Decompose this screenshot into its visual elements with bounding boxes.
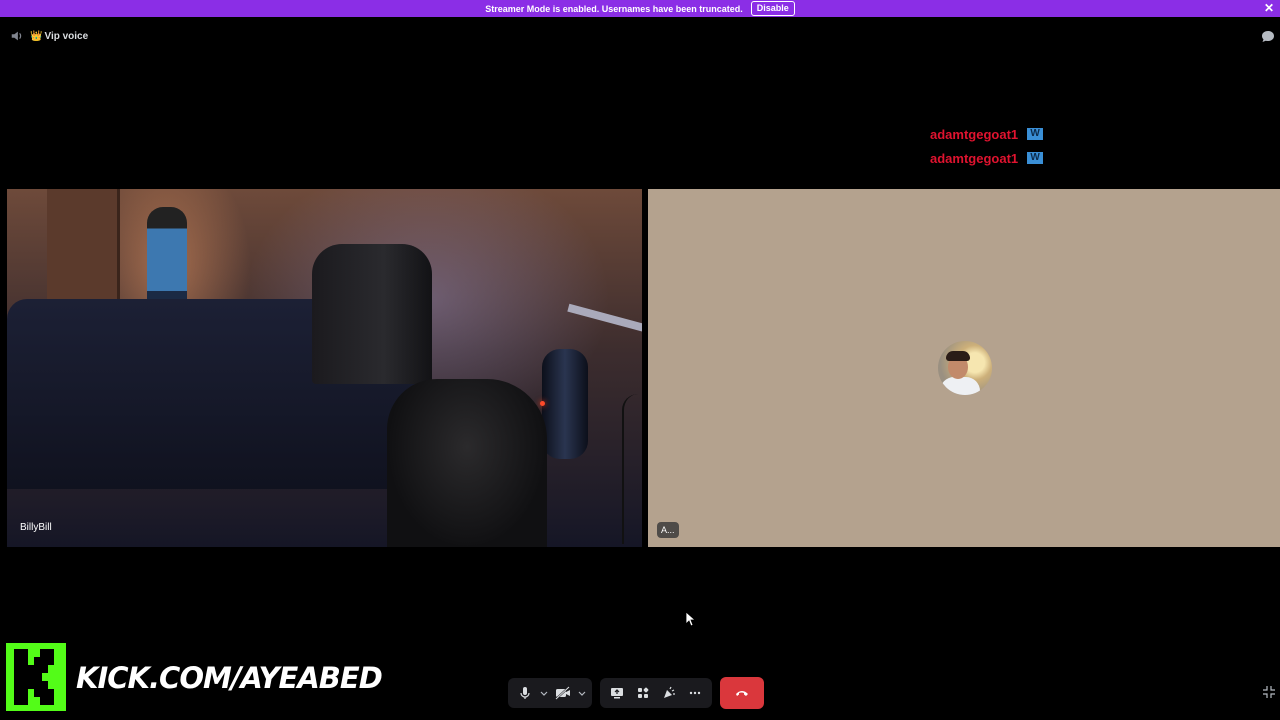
video-tile-billybill[interactable]: BillyBill bbox=[7, 189, 642, 547]
share-screen-button[interactable] bbox=[604, 680, 630, 706]
video-mic-arm bbox=[567, 303, 642, 333]
w-badge-icon: W bbox=[1027, 128, 1044, 140]
disconnect-button[interactable] bbox=[720, 677, 764, 709]
participant-name: BillyBill bbox=[20, 522, 52, 533]
mute-button[interactable] bbox=[512, 680, 538, 706]
more-options-button[interactable] bbox=[682, 680, 708, 706]
crown-emoji: 👑 bbox=[30, 30, 43, 42]
kick-logo bbox=[6, 643, 66, 711]
camera-button[interactable] bbox=[550, 680, 576, 706]
video-microphone bbox=[542, 349, 588, 459]
chat-message: adamtgegoat1 W bbox=[930, 122, 1044, 146]
soundboard-icon bbox=[664, 686, 675, 698]
close-icon[interactable]: ✕ bbox=[1264, 1, 1274, 15]
mic-options-button[interactable] bbox=[538, 680, 550, 706]
channel-name: Vip voice bbox=[44, 30, 89, 42]
chat-message: adamtgegoat1 W bbox=[930, 146, 1044, 170]
call-controls bbox=[508, 677, 764, 709]
kick-k-icon bbox=[14, 649, 54, 705]
streamer-mode-banner: Streamer Mode is enabled. Usernames have… bbox=[0, 0, 1280, 17]
chat-username: adamtgegoat1 bbox=[930, 126, 1019, 142]
video-led bbox=[540, 401, 545, 406]
w-badge-icon: W bbox=[1027, 152, 1044, 164]
camera-options-button[interactable] bbox=[576, 680, 588, 706]
participant-name: A... bbox=[657, 522, 679, 538]
chevron-down-icon bbox=[578, 691, 586, 696]
kick-url-text: KICK.COM/AYEABED bbox=[76, 661, 383, 695]
chevron-down-icon bbox=[540, 691, 548, 696]
channel-header: 👑 Vip voice bbox=[10, 29, 88, 43]
video-chair bbox=[387, 379, 547, 547]
chat-username: adamtgegoat1 bbox=[930, 150, 1019, 166]
video-cable bbox=[622, 394, 638, 544]
activities-icon bbox=[638, 687, 649, 698]
more-dots-icon bbox=[689, 691, 701, 695]
video-headboard bbox=[312, 244, 432, 384]
activity-group bbox=[600, 678, 712, 708]
camera-off-icon bbox=[555, 686, 570, 700]
exit-fullscreen-icon[interactable] bbox=[1263, 686, 1275, 698]
screen-share-icon bbox=[611, 688, 623, 699]
hang-up-phone-icon bbox=[736, 691, 748, 696]
avatar bbox=[938, 341, 992, 395]
banner-text: Streamer Mode is enabled. Usernames have… bbox=[485, 3, 743, 14]
activities-button[interactable] bbox=[630, 680, 656, 706]
disable-streamer-mode-button[interactable]: Disable bbox=[750, 1, 795, 16]
chat-bubble-icon[interactable] bbox=[1260, 29, 1276, 45]
mouse-cursor-icon bbox=[686, 612, 696, 626]
chat-overlay: adamtgegoat1 W adamtgegoat1 W bbox=[930, 122, 1044, 170]
mic-camera-group bbox=[508, 678, 592, 708]
speaker-icon bbox=[11, 31, 22, 41]
video-tile-participant-2[interactable]: A... bbox=[648, 189, 1280, 547]
microphone-icon bbox=[520, 687, 530, 699]
soundboard-button[interactable] bbox=[656, 680, 682, 706]
